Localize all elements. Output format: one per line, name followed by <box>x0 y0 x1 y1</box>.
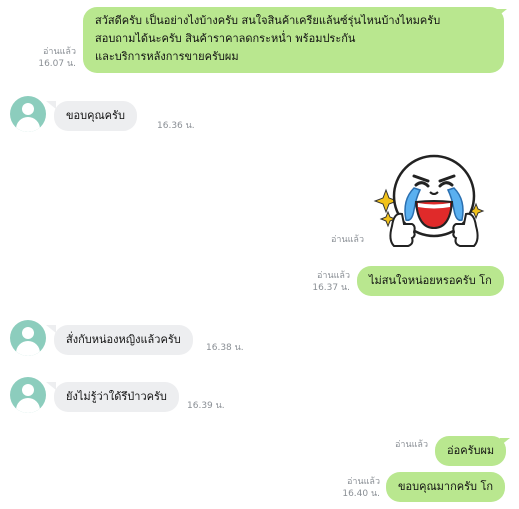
avatar[interactable] <box>10 320 46 356</box>
timestamp: 16.36 น. <box>157 121 195 131</box>
read-receipt: อ่านแล้ว 16.07 น. <box>22 46 76 70</box>
timestamp: 16.39 น. <box>187 401 225 411</box>
message-text: ขอบคุณครับ <box>66 109 125 122</box>
read-label: อ่านแล้ว <box>43 47 76 57</box>
message-bubble-outgoing[interactable]: ไม่สนใจหน่อยหรอครับ โก <box>357 266 504 296</box>
avatar[interactable] <box>10 377 46 413</box>
timestamp: 16.40 น. <box>342 489 380 499</box>
read-label: อ่านแล้ว <box>317 271 350 281</box>
message-bubble-outgoing[interactable]: อ่อครับผม <box>435 436 507 466</box>
avatar-body <box>16 398 40 413</box>
timestamp: 16.37 น. <box>312 283 350 293</box>
message-bubble-incoming[interactable]: ขอบคุณครับ <box>54 101 137 131</box>
message-bubble-outgoing[interactable]: สวัสดีครับ เป็นอย่างไงบ้างครับ สนใจสินค้… <box>83 7 504 73</box>
message-text-line: สวัสดีครับ เป็นอย่างไงบ้างครับ สนใจสินค้… <box>95 14 441 27</box>
message-bubble-incoming[interactable]: ยังไม่รู้ว่าใด้รึป่าวครับ <box>54 382 179 412</box>
read-receipt: อ่านแล้ว 16.37 น. <box>300 270 350 294</box>
bubble-tail <box>497 9 507 17</box>
message-text-line: สอบถามได้นะครับ สินค้าราคาลดกระหน่ำ พร้อ… <box>95 32 356 45</box>
read-receipt: อ่านแล้ว <box>395 440 428 450</box>
message-text: ไม่สนใจหน่อยหรอครับ โก <box>369 274 492 287</box>
message-text: อ่อครับผม <box>447 444 495 457</box>
avatar-head <box>22 384 34 396</box>
timestamp: 16.07 น. <box>38 59 76 69</box>
message-text: ขอบคุณมากครับ โก <box>398 480 494 493</box>
read-receipt: อ่านแล้ว 16.40 น. <box>330 476 380 500</box>
message-bubble-incoming[interactable]: สั่งกับหน่องหญิงแล้วครับ <box>54 325 193 355</box>
message-text-line: และบริการหลังการขายครับผม <box>95 50 239 63</box>
message-bubble-outgoing[interactable]: ขอบคุณมากครับ โก <box>386 472 506 502</box>
avatar[interactable] <box>10 96 46 132</box>
message-text: ยังไม่รู้ว่าใด้รึป่าวครับ <box>66 390 167 403</box>
avatar-head <box>22 103 34 115</box>
read-label: อ่านแล้ว <box>347 477 380 487</box>
avatar-body <box>16 117 40 132</box>
message-text: สั่งกับหน่องหญิงแล้วครับ <box>66 333 181 346</box>
timestamp: 16.38 น. <box>206 343 244 353</box>
crying-laughing-moon-sticker[interactable] <box>372 148 496 256</box>
bubble-tail <box>500 438 510 446</box>
avatar-body <box>16 341 40 356</box>
avatar-head <box>22 327 34 339</box>
read-receipt: อ่านแล้ว <box>331 235 364 245</box>
